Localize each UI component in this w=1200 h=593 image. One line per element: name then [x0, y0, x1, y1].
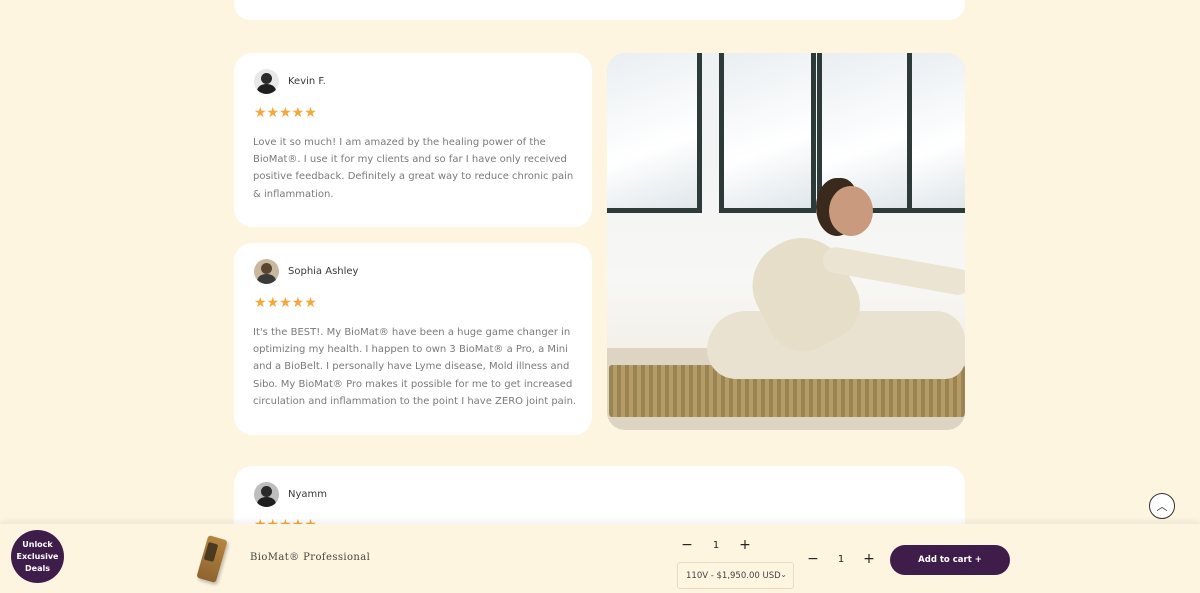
chevron-down-icon: ⌄	[780, 570, 787, 579]
sticky-add-to-cart-bar	[0, 524, 1200, 593]
avatar	[254, 482, 279, 507]
scroll-to-top-button[interactable]: ︿	[1149, 493, 1175, 519]
reviewer-name: Kevin F.	[288, 76, 326, 87]
product-thumbnail	[194, 535, 234, 583]
quantity-value[interactable]: 1	[694, 540, 738, 551]
deals-line: Deals	[25, 563, 50, 573]
decrease-quantity-button[interactable]: −	[806, 552, 820, 566]
variant-select[interactable]: 110V - $1,950.00 USD ⌄	[677, 562, 794, 589]
avatar	[254, 69, 279, 94]
add-to-cart-button[interactable]: Add to cart +	[890, 545, 1010, 575]
reviewer-name: Sophia Ashley	[288, 266, 359, 277]
unlock-deals-badge[interactable]: Unlock Exclusive Deals	[11, 530, 64, 583]
variant-selected-value: 110V - $1,950.00 USD	[686, 570, 781, 581]
yoga-stretch-photo	[607, 53, 965, 430]
increase-quantity-button[interactable]: +	[738, 538, 752, 552]
deals-line: Unlock	[22, 539, 53, 549]
previous-review-card	[234, 0, 965, 20]
quantity-stepper: − 1 +	[806, 552, 876, 566]
reviewer: Kevin F.	[254, 69, 326, 94]
reviewer: Sophia Ashley	[254, 259, 358, 284]
star-rating: ★★★★★	[254, 105, 317, 121]
reviewer: Nyamm	[254, 482, 327, 507]
quantity-stepper-top: − 1 +	[680, 538, 752, 552]
decrease-quantity-button[interactable]: −	[680, 538, 694, 552]
avatar	[254, 259, 279, 284]
review-card: Sophia Ashley ★★★★★ It's the BEST!. My B…	[234, 243, 592, 435]
review-text: It's the BEST!. My BioMat® have been a h…	[253, 327, 577, 407]
quantity-value[interactable]: 1	[820, 554, 862, 565]
review-text: Love it so much! I am amazed by the heal…	[253, 137, 574, 200]
product-name: BioMat® Professional	[250, 552, 371, 563]
reviewer-name: Nyamm	[288, 489, 328, 500]
review-card: Kevin F. ★★★★★ Love it so much! I am ama…	[234, 53, 592, 227]
chevron-up-icon: ︿	[1156, 500, 1168, 513]
deals-line: Exclusive	[16, 551, 59, 561]
star-rating: ★★★★★	[254, 295, 317, 311]
increase-quantity-button[interactable]: +	[862, 552, 876, 566]
